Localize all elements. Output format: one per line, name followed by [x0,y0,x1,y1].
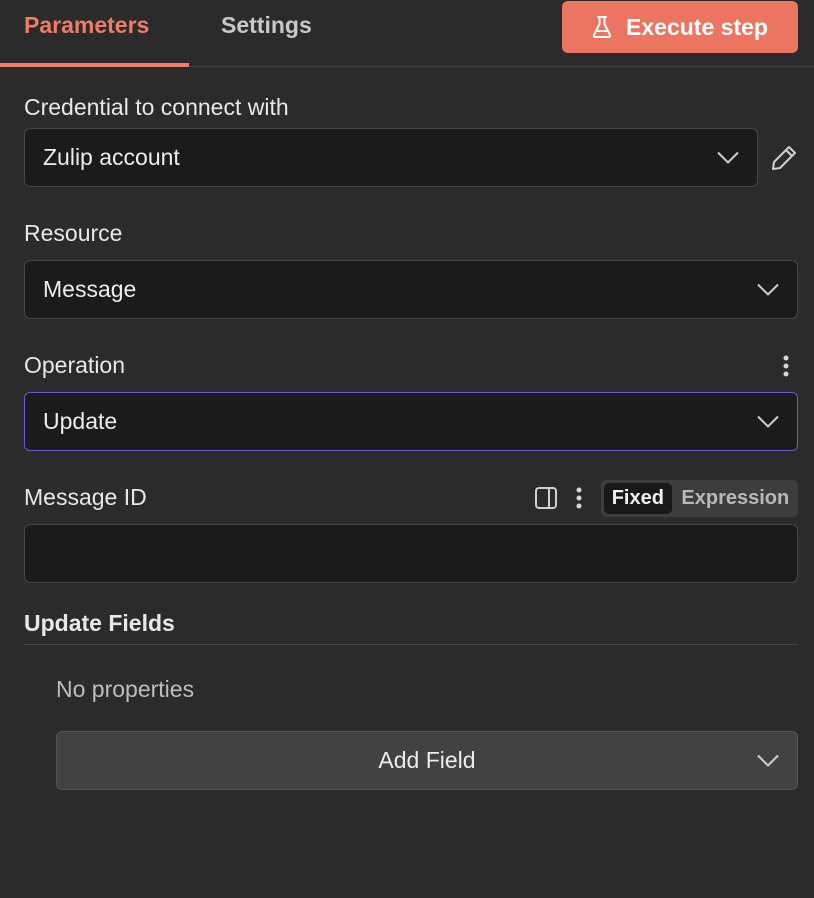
message-id-options-button[interactable] [568,485,590,511]
add-field-dropdown[interactable]: Add Field [56,731,798,790]
edit-credential-button[interactable] [768,142,800,174]
execute-step-button[interactable]: Execute step [562,1,798,53]
value-mode-toggle: Fixed Expression [601,480,798,517]
resource-value: Message [43,276,137,302]
add-field-label: Add Field [378,747,476,773]
chevron-down-icon [757,283,779,296]
more-vertical-icon [576,487,582,509]
no-properties-text: No properties [56,676,195,702]
section-divider [24,644,798,645]
execute-step-label: Execute step [626,13,768,40]
operation-value: Update [43,408,118,434]
node-tabs-bar: Parameters Settings Execute step [0,0,814,67]
pencil-icon [772,146,796,170]
resource-select[interactable]: Message [24,260,798,319]
message-id-input[interactable] [24,524,798,583]
active-tab-indicator [0,63,189,67]
tab-settings[interactable]: Settings [221,12,312,39]
credential-value: Zulip account [43,144,180,170]
operation-label: Operation [24,352,126,378]
resource-label: Resource [24,220,123,246]
credential-label: Credential to connect with [24,94,289,120]
chevron-down-icon [717,151,739,164]
update-fields-heading: Update Fields [24,610,175,636]
chevron-down-icon [757,754,779,767]
operation-select[interactable]: Update [24,392,798,451]
tab-parameters[interactable]: Parameters [24,12,149,39]
more-vertical-icon [783,355,789,377]
message-id-label: Message ID [24,484,147,510]
flask-icon [592,16,612,38]
panel-icon [535,487,557,509]
mode-expression-option[interactable]: Expression [676,483,795,514]
operation-options-button[interactable] [774,353,798,379]
open-panel-button[interactable] [532,484,560,512]
chevron-down-icon [757,415,779,428]
credential-select[interactable]: Zulip account [24,128,758,187]
mode-fixed-option[interactable]: Fixed [604,483,672,514]
